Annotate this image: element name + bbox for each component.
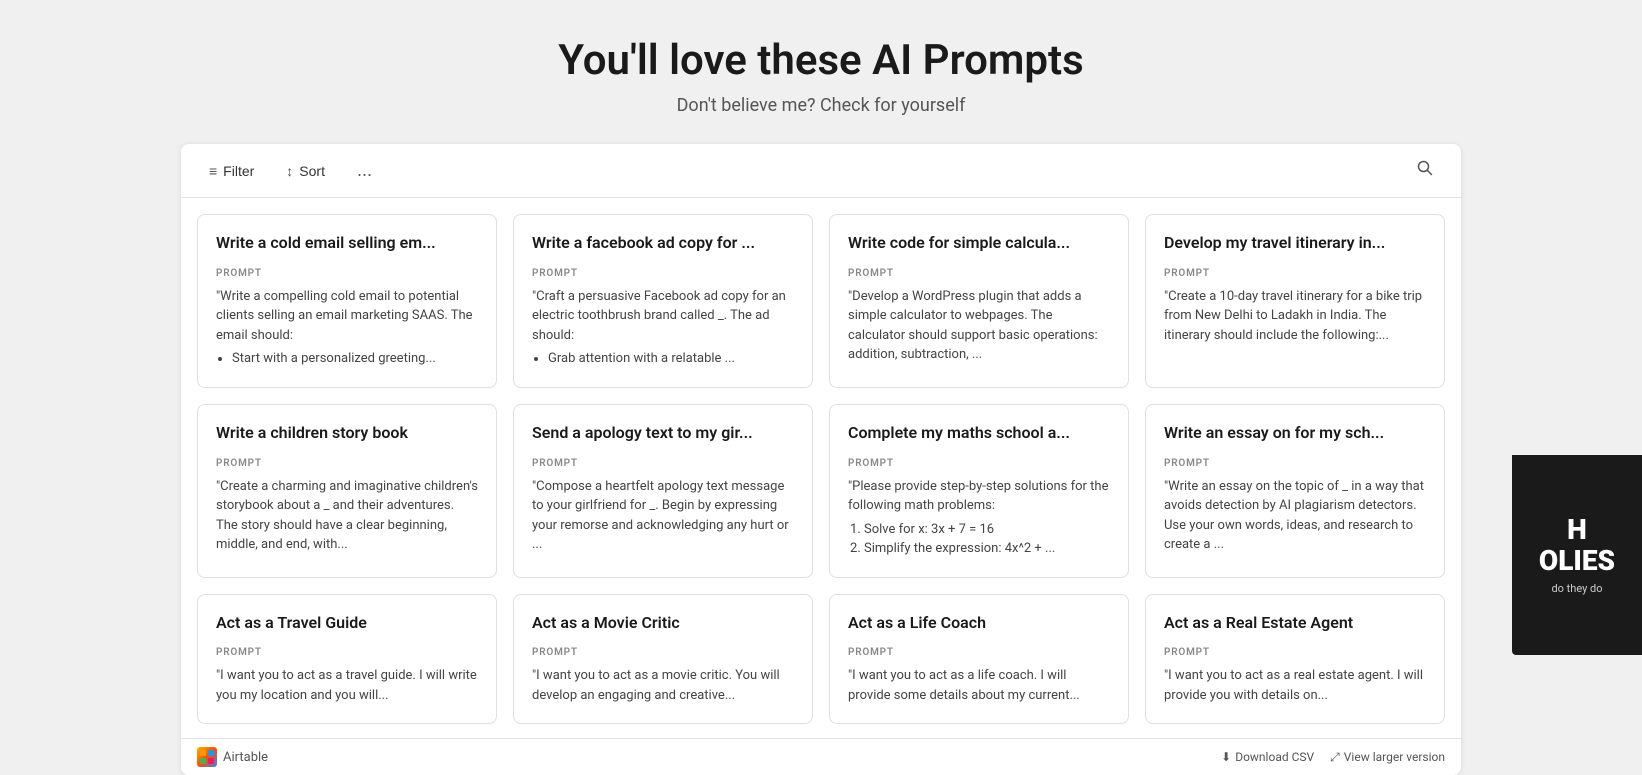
card-item[interactable]: Write an essay on for my sch... PROMPT "… [1145,404,1445,578]
card-body: "Write an essay on the topic of _ in a w… [1164,477,1426,555]
card-item[interactable]: Write a facebook ad copy for ... PROMPT … [513,214,813,388]
search-icon [1417,160,1433,176]
filter-label: Filter [223,163,254,179]
card-body: "Write a compelling cold email to potent… [216,287,478,369]
card-item[interactable]: Write code for simple calcula... PROMPT … [829,214,1129,388]
view-larger-label: View larger version [1344,750,1445,764]
page-subtitle: Don't believe me? Check for yourself [20,95,1622,116]
card-item[interactable]: Send a apology text to my gir... PROMPT … [513,404,813,578]
card-title: Act as a Real Estate Agent [1164,613,1426,634]
card-body: "Compose a heartfelt apology text messag… [532,477,794,555]
view-larger-link[interactable]: ⤢ View larger version [1330,750,1445,765]
brand-name: Airtable [223,750,268,765]
card-label: PROMPT [848,458,1110,469]
card-title: Act as a Travel Guide [216,613,478,634]
card-title: Act as a Movie Critic [532,613,794,634]
filter-icon: ≡ [209,163,217,179]
card-body: "I want you to act as a life coach. I wi… [848,666,1110,705]
download-icon: ⬇ [1221,750,1231,764]
main-container: ≡ Filter ↕ Sort ... Write a cold email s… [181,144,1461,775]
card-label: PROMPT [848,268,1110,279]
card-label: PROMPT [1164,647,1426,658]
card-item[interactable]: Act as a Movie Critic PROMPT "I want you… [513,594,813,725]
card-title: Write an essay on for my sch... [1164,423,1426,444]
page-header: You'll love these AI Prompts Don't belie… [0,0,1642,144]
airtable-logo: Airtable [197,747,268,767]
card-item[interactable]: Complete my maths school a... PROMPT "Pl… [829,404,1129,578]
bottom-right-actions: ⬇ Download CSV ⤢ View larger version [1221,750,1445,765]
card-label: PROMPT [1164,458,1426,469]
filter-button[interactable]: ≡ Filter [201,159,262,183]
card-label: PROMPT [532,458,794,469]
page-title: You'll love these AI Prompts [20,36,1622,85]
bottom-bar: Airtable ⬇ Download CSV ⤢ View larger ve… [181,738,1461,775]
card-item[interactable]: Act as a Real Estate Agent PROMPT "I wan… [1145,594,1445,725]
ad-text-main: HOLIES [1539,515,1615,577]
card-item[interactable]: Act as a Life Coach PROMPT "I want you t… [829,594,1129,725]
card-item[interactable]: Write a cold email selling em... PROMPT … [197,214,497,388]
card-body: "Please provide step-by-step solutions f… [848,477,1110,559]
more-options-button[interactable]: ... [349,156,380,185]
expand-icon: ⤢ [1330,750,1340,765]
download-csv-label: Download CSV [1235,750,1314,764]
card-label: PROMPT [216,647,478,658]
card-body: "I want you to act as a movie critic. Yo… [532,666,794,705]
sort-icon: ↕ [286,163,293,179]
card-label: PROMPT [848,647,1110,658]
card-label: PROMPT [216,268,478,279]
card-body: "Develop a WordPress plugin that adds a … [848,287,1110,365]
card-title: Write a facebook ad copy for ... [532,233,794,254]
side-advertisement: HOLIES do they do [1512,455,1642,655]
card-item[interactable]: Act as a Travel Guide PROMPT "I want you… [197,594,497,725]
card-body: "Craft a persuasive Facebook ad copy for… [532,287,794,369]
card-item[interactable]: Write a children story book PROMPT "Crea… [197,404,497,578]
card-title: Act as a Life Coach [848,613,1110,634]
sort-label: Sort [299,163,325,179]
download-csv-link[interactable]: ⬇ Download CSV [1221,750,1314,764]
card-title: Write a cold email selling em... [216,233,478,254]
card-title: Complete my maths school a... [848,423,1110,444]
toolbar: ≡ Filter ↕ Sort ... [181,144,1461,198]
card-title: Write code for simple calcula... [848,233,1110,254]
card-title: Develop my travel itinerary in... [1164,233,1426,254]
card-title: Write a children story book [216,423,478,444]
search-button[interactable] [1409,156,1441,185]
card-title: Send a apology text to my gir... [532,423,794,444]
card-item[interactable]: Develop my travel itinerary in... PROMPT… [1145,214,1445,388]
card-body: "Create a charming and imaginative child… [216,477,478,555]
card-label: PROMPT [1164,268,1426,279]
card-label: PROMPT [532,647,794,658]
sort-button[interactable]: ↕ Sort [278,159,333,183]
card-body: "I want you to act as a travel guide. I … [216,666,478,705]
card-body: "Create a 10-day travel itinerary for a … [1164,287,1426,346]
card-label: PROMPT [216,458,478,469]
card-body: "I want you to act as a real estate agen… [1164,666,1426,705]
card-label: PROMPT [532,268,794,279]
airtable-logo-icon [197,747,217,767]
cards-grid: Write a cold email selling em... PROMPT … [181,198,1461,738]
ad-text-sub: do they do [1539,582,1615,595]
